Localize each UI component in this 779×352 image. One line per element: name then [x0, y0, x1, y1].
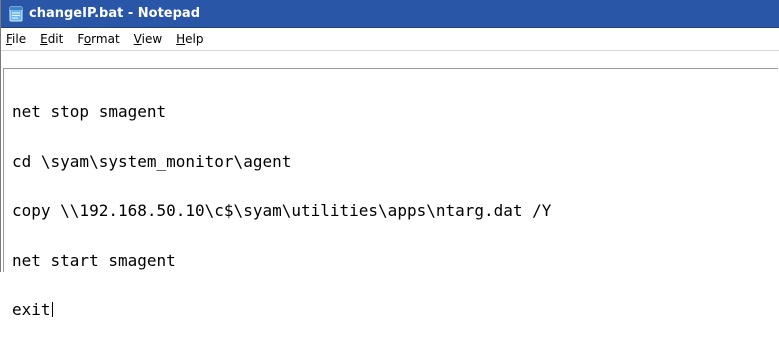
menu-bar: File Edit Format View Help [1, 28, 779, 51]
menu-help-rest: elp [185, 32, 204, 46]
menu-format[interactable]: Format [70, 32, 126, 46]
menu-file[interactable]: File [1, 32, 33, 46]
title-bar[interactable]: changeIP.bat - Notepad [1, 0, 779, 28]
menu-help-accel: H [176, 32, 186, 46]
editor-line: copy \\192.168.50.10\c$\syam\utilities\a… [12, 201, 552, 220]
editor-line: exit [12, 300, 51, 319]
text-editor[interactable]: net stop smagent cd \syam\system_monitor… [3, 68, 778, 318]
menu-view[interactable]: View [127, 32, 169, 46]
notepad-icon [8, 6, 24, 22]
menu-edit-rest: dit [47, 32, 64, 46]
menu-view-accel: V [133, 32, 142, 46]
editor-line: cd \syam\system_monitor\agent [12, 151, 292, 171]
text-caret [51, 302, 53, 317]
editor-content[interactable]: net stop smagent cd \syam\system_monitor… [12, 71, 551, 352]
editor-line: net start smagent [12, 250, 176, 270]
menu-format-rest: rmat [91, 32, 120, 46]
editor-last-line: exit [12, 300, 551, 319]
window-title: changeIP.bat - Notepad [29, 6, 200, 21]
editor-line: net stop smagent [12, 102, 167, 121]
menu-help[interactable]: Help [169, 32, 210, 46]
menu-file-rest: ile [12, 32, 27, 46]
menu-edit-accel: E [40, 32, 48, 46]
notepad-window: changeIP.bat - Notepad File Edit Format … [0, 0, 779, 318]
menu-view-rest: iew [141, 32, 163, 46]
menu-edit[interactable]: Edit [33, 32, 70, 46]
